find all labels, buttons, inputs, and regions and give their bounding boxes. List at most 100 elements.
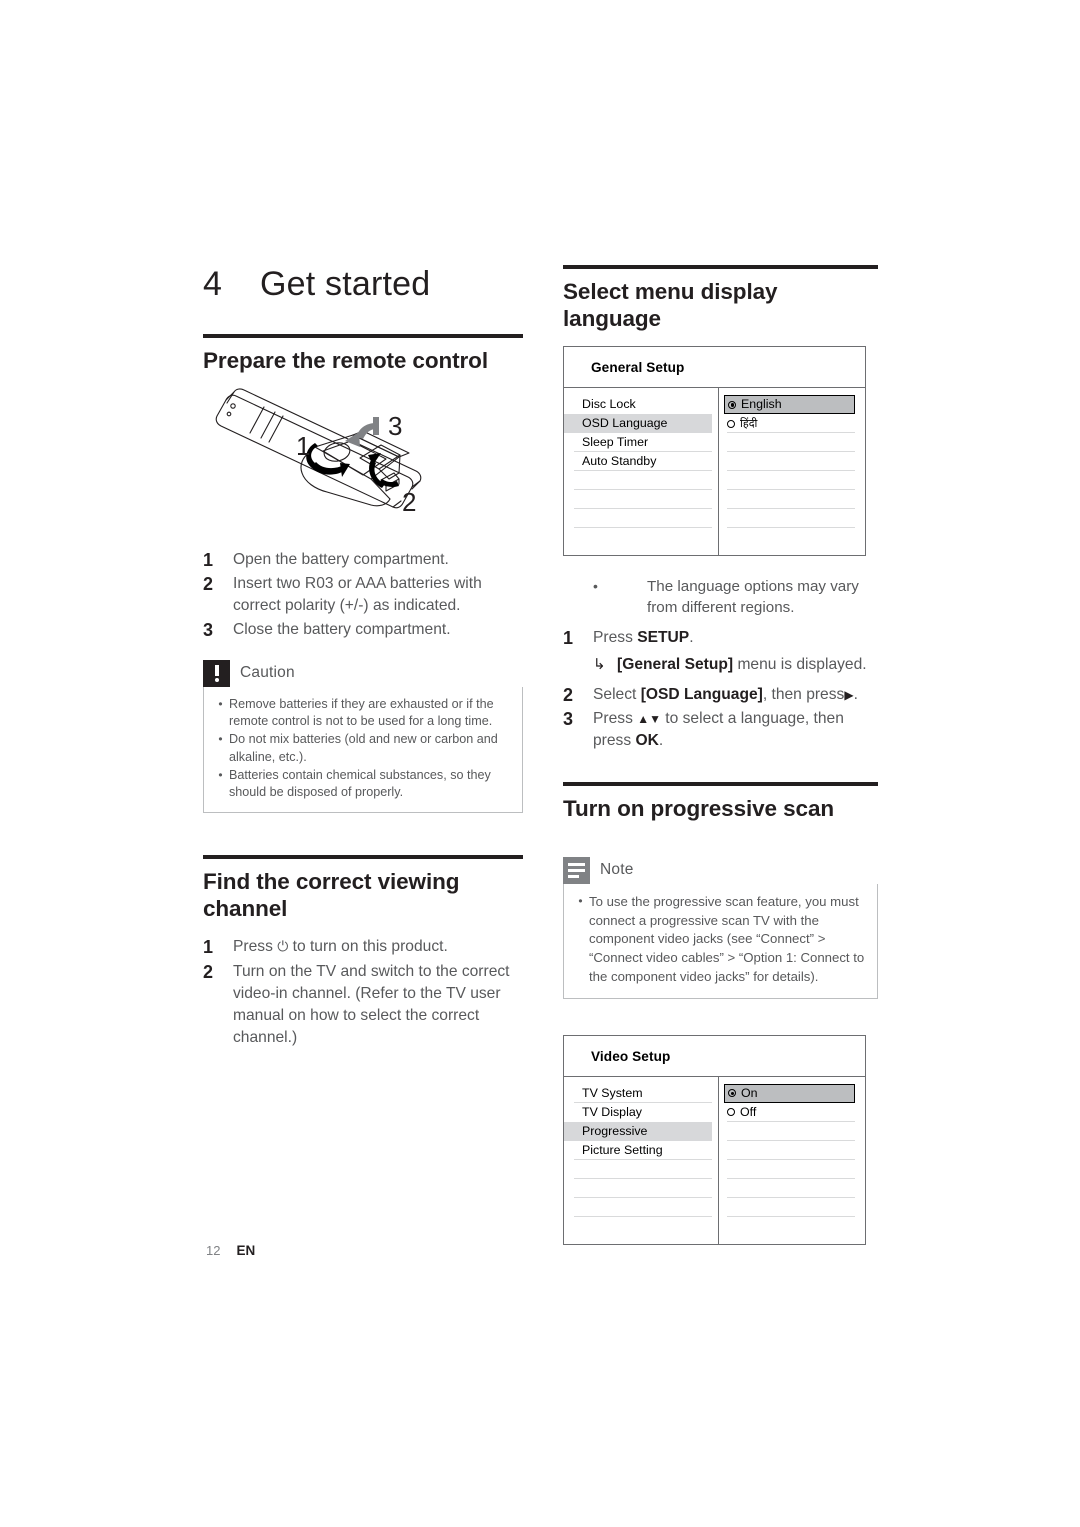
option-label: On xyxy=(741,1085,758,1100)
general-setup-option-list: English हिंदी xyxy=(719,388,865,555)
video-setup-screen: Video Setup TV System TV Display Progres… xyxy=(563,1034,866,1245)
remote-steps-list: 1 Open the battery compartment. 2 Insert… xyxy=(203,549,523,642)
option-label: English xyxy=(741,397,782,412)
list-item: • The language options may vary from dif… xyxy=(563,576,878,619)
option-english[interactable]: English xyxy=(724,395,855,415)
step-item: 1 Press SETUP. ↳ [General Setup] menu is… xyxy=(563,627,878,676)
option-empty xyxy=(724,433,855,453)
substep-item: ↳ [General Setup] menu is displayed. xyxy=(593,654,878,676)
note-icon xyxy=(563,856,590,884)
menu-item-osd-language[interactable]: OSD Language xyxy=(564,414,712,434)
language-steps-list: 1 Press SETUP. ↳ [General Setup] menu is… xyxy=(563,627,878,753)
step-keyword: SETUP xyxy=(637,628,690,646)
step-keyword: [OSD Language] xyxy=(640,685,763,703)
option-empty xyxy=(724,509,855,529)
section-rule xyxy=(203,855,523,860)
step-number: 2 xyxy=(203,961,214,982)
step-text: Press SETUP. ↳ [General Setup] menu is d… xyxy=(593,627,878,676)
menu-item-disc-lock[interactable]: Disc Lock xyxy=(564,395,712,414)
menu-item-empty xyxy=(564,1179,712,1198)
section-rule xyxy=(563,265,878,269)
list-item: • To use the progressive scan feature, y… xyxy=(572,893,865,987)
heading-select-language: Select menu display language xyxy=(563,279,778,331)
menu-item-auto-standby[interactable]: Auto Standby xyxy=(564,452,712,472)
step-text-tail: . xyxy=(658,732,664,750)
section-rule xyxy=(563,782,878,787)
video-setup-title: Video Setup xyxy=(564,1036,865,1077)
figure-callout-2: 2 xyxy=(402,487,416,517)
menu-item-tv-system[interactable]: TV System xyxy=(564,1084,712,1103)
menu-item-tv-display[interactable]: TV Display xyxy=(564,1103,712,1122)
step-item: 3 Press ▲▼ to select a language, then pr… xyxy=(563,708,878,752)
radio-unselected-icon xyxy=(727,419,735,428)
left-column: 4 Get started Prepare the remote control xyxy=(203,265,523,1051)
step-item: 2 Turn on the TV and switch to the corre… xyxy=(203,961,523,1050)
step-text: Turn on the TV and switch to the correct… xyxy=(233,962,510,1047)
option-empty xyxy=(724,528,855,547)
general-setup-title: General Setup xyxy=(564,347,865,389)
step-text: Close the battery compartment. xyxy=(233,621,451,639)
step-item: 3 Close the battery compartment. xyxy=(203,619,523,642)
option-on[interactable]: On xyxy=(724,1083,855,1103)
caution-callout: Caution • Remove batteries if they are e… xyxy=(203,659,523,814)
substep-arrow-icon: ↳ xyxy=(593,655,606,673)
caution-header: Caution xyxy=(203,659,523,687)
step-keyword: OK xyxy=(635,732,659,750)
language-note-list: • The language options may vary from dif… xyxy=(563,576,878,619)
chapter-title-text: Get started xyxy=(260,265,431,303)
step-text-before: Press xyxy=(593,628,638,646)
menu-item-progressive[interactable]: Progressive xyxy=(564,1121,712,1141)
menu-item-empty xyxy=(564,1198,712,1217)
menu-item-empty xyxy=(564,471,712,491)
option-off[interactable]: Off xyxy=(724,1103,855,1122)
step-text-before: Press xyxy=(233,938,278,956)
menu-item-empty xyxy=(564,528,712,547)
section-rule xyxy=(203,334,523,338)
substep-text-after: menu is displayed. xyxy=(733,655,867,673)
remote-control-illustration: 1 2 3 xyxy=(203,387,523,535)
step-number: 3 xyxy=(203,620,214,641)
section-progressive-scan: Turn on progressive scan Note • To use t… xyxy=(563,782,878,1245)
general-setup-menu-list: Disc Lock OSD Language Sleep Timer Auto … xyxy=(564,388,719,556)
step-text: Press ⏻ to turn on this product. xyxy=(233,936,523,959)
arrow-3 xyxy=(345,416,379,447)
step-text-tail: . xyxy=(853,685,858,703)
right-arrow-icon: ▶ xyxy=(844,687,854,702)
caution-title: Caution xyxy=(240,664,295,682)
step-item: 1 Open the battery compartment. xyxy=(203,549,523,572)
substep-text: [General Setup] menu is displayed. xyxy=(617,654,867,676)
figure-callout-1: 1 xyxy=(296,431,310,461)
heading-find-channel: Find the correct viewing channel xyxy=(203,869,460,921)
bullet-icon: • xyxy=(218,696,223,711)
option-label: हिंदी xyxy=(740,417,758,431)
video-setup-menu-list: TV System TV Display Progressive Picture… xyxy=(564,1076,719,1244)
substep-keyword: [General Setup] xyxy=(617,655,734,673)
menu-item-sleep-timer[interactable]: Sleep Timer xyxy=(564,433,712,453)
up-down-arrow-icon: ▲▼ xyxy=(637,712,661,727)
figure-callout-3: 3 xyxy=(388,411,402,441)
section-find-channel: Find the correct viewing channel 1 Press… xyxy=(203,855,523,1049)
page-footer: 12 EN xyxy=(206,1243,255,1258)
option-empty xyxy=(724,1217,855,1236)
caution-icon xyxy=(203,659,230,687)
option-label: Off xyxy=(740,1104,757,1119)
step-text-after: , then press xyxy=(762,685,845,703)
step-text: Press ▲▼ to select a language, then pres… xyxy=(593,708,878,752)
page-number: 12 xyxy=(206,1243,221,1258)
option-empty xyxy=(724,1198,855,1217)
channel-steps-list: 1 Press ⏻ to turn on this product. 2 Tur… xyxy=(203,936,523,1049)
note-header: Note xyxy=(563,856,878,884)
language-note-text: The language options may vary from diffe… xyxy=(647,578,859,617)
option-empty xyxy=(724,1122,855,1141)
language-code: EN xyxy=(236,1243,256,1258)
step-item: 1 Press ⏻ to turn on this product. xyxy=(203,936,523,959)
heading-prepare-remote: Prepare the remote control xyxy=(203,348,488,373)
option-empty xyxy=(724,490,855,510)
power-icon: ⏻ xyxy=(277,939,289,956)
menu-item-empty xyxy=(564,490,712,510)
caution-body: • Remove batteries if they are exhausted… xyxy=(203,686,523,814)
option-hindi[interactable]: हिंदी xyxy=(724,414,855,434)
step-number: 1 xyxy=(563,627,574,648)
menu-item-picture-setting[interactable]: Picture Setting xyxy=(564,1141,712,1160)
menu-item-empty xyxy=(564,1217,712,1236)
